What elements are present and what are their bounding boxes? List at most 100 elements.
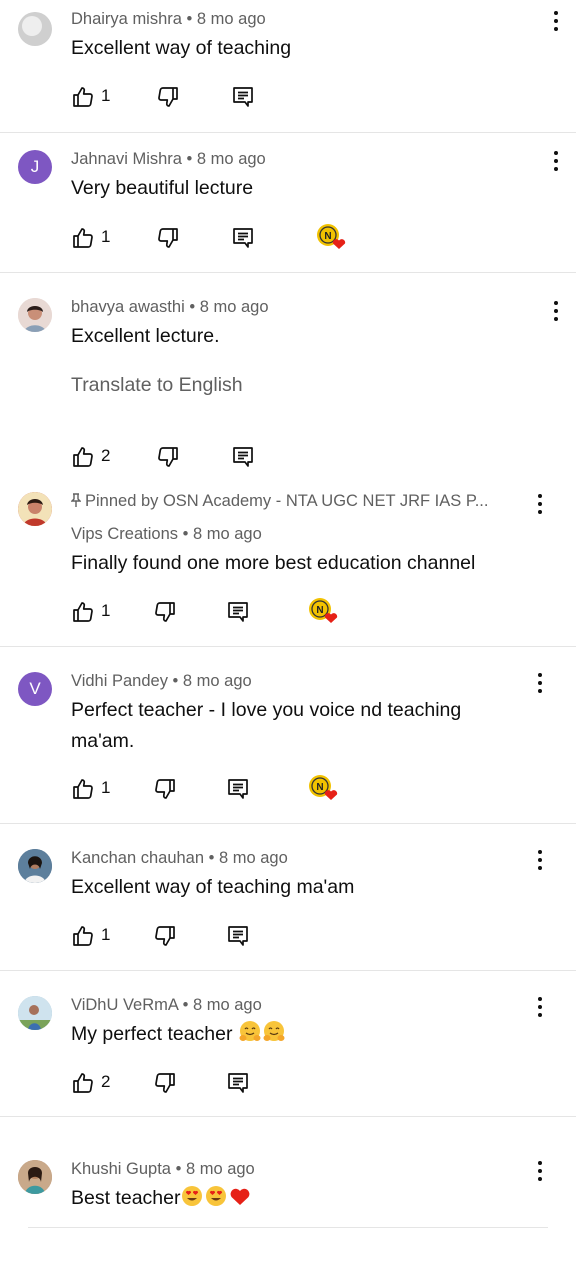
comment-text: Very beautiful lecture (71, 177, 254, 199)
creator-heart-icon: N (309, 598, 338, 623)
divider (28, 1227, 548, 1228)
comment-time: 8 mo ago (192, 996, 262, 1014)
divider (0, 1116, 576, 1117)
avatar[interactable] (18, 12, 52, 46)
like-count: 1 (101, 86, 111, 105)
avatar[interactable] (18, 1160, 52, 1194)
comment-author[interactable]: Dhairya mishra (71, 10, 182, 28)
more-options-icon[interactable] (550, 8, 562, 34)
like-count: 1 (101, 601, 111, 620)
svg-text:N: N (316, 605, 323, 616)
heart-eyes-emoji (182, 1186, 203, 1206)
comment-author[interactable]: ViDhU VeRmA (71, 996, 178, 1014)
hugging-face-emoji (239, 1021, 261, 1041)
thumbs-up-icon[interactable] (71, 1071, 95, 1095)
thumbs-down-icon[interactable] (153, 777, 177, 801)
comment-meta: Dhairya mishra • 8 mo ago (71, 10, 266, 28)
like-count: 2 (101, 446, 111, 465)
comment-text: My perfect teacher (71, 1019, 516, 1050)
thumbs-up-icon[interactable] (71, 85, 95, 109)
divider (0, 970, 576, 971)
thumbs-down-icon[interactable] (156, 226, 180, 250)
comment-meta: Jahnavi Mishra • 8 mo ago (71, 150, 266, 168)
reply-icon[interactable] (231, 445, 255, 469)
comment-actions: 2 (71, 1071, 371, 1099)
svg-text:N: N (324, 231, 331, 242)
comment-actions: 2 (71, 445, 371, 473)
like-count: 1 (101, 925, 111, 944)
more-options-icon[interactable] (534, 994, 546, 1020)
thumbs-down-icon[interactable] (153, 600, 177, 624)
comment-text: Excellent way of teaching ma'am (71, 876, 355, 898)
comment-time: 8 mo ago (218, 849, 288, 867)
red-heart-emoji (231, 1188, 250, 1205)
hugging-face-emoji (263, 1021, 285, 1041)
pin-icon (71, 493, 81, 507)
thumbs-down-icon[interactable] (153, 1071, 177, 1095)
creator-heart-icon: N (309, 775, 338, 800)
more-options-icon[interactable] (550, 298, 562, 324)
comment-text: Excellent lecture. (71, 325, 220, 347)
more-options-icon[interactable] (534, 1158, 546, 1184)
heart-eyes-emoji (206, 1186, 227, 1206)
thumbs-down-icon[interactable] (156, 445, 180, 469)
comment-time: 8 mo ago (196, 150, 266, 168)
divider (0, 823, 576, 824)
more-options-icon[interactable] (534, 670, 546, 696)
more-options-icon[interactable] (534, 847, 546, 873)
comment-meta: Khushi Gupta • 8 mo ago (71, 1160, 255, 1178)
thumbs-up-icon[interactable] (71, 600, 95, 624)
comment-actions: 1 N (71, 598, 371, 628)
more-options-icon[interactable] (534, 491, 546, 517)
reply-icon[interactable] (226, 777, 250, 801)
comment-time: 8 mo ago (192, 525, 262, 543)
reply-icon[interactable] (226, 600, 250, 624)
reply-icon[interactable] (226, 1071, 250, 1095)
comment-text: Finally found one more best education ch… (71, 552, 476, 574)
comment-text: Best teacher (71, 1183, 516, 1214)
like-count: 1 (101, 227, 111, 246)
comment-author[interactable]: Kanchan chauhan (71, 849, 204, 867)
comment-meta: bhavya awasthi • 8 mo ago (71, 298, 269, 316)
thumbs-up-icon[interactable] (71, 445, 95, 469)
creator-heart-icon: N (317, 224, 346, 249)
avatar[interactable] (18, 996, 52, 1030)
svg-text:N: N (316, 782, 323, 793)
avatar[interactable]: V (18, 672, 52, 706)
avatar[interactable] (18, 849, 52, 883)
thumbs-up-icon[interactable] (71, 924, 95, 948)
comment-author[interactable]: Jahnavi Mishra (71, 150, 182, 168)
comment-author[interactable]: bhavya awasthi (71, 298, 185, 316)
translate-link[interactable]: Translate to English (71, 374, 243, 397)
comment-time: 8 mo ago (196, 10, 266, 28)
divider (0, 272, 576, 273)
thumbs-up-icon[interactable] (71, 777, 95, 801)
reply-icon[interactable] (231, 226, 255, 250)
avatar[interactable] (18, 298, 52, 332)
thumbs-down-icon[interactable] (156, 85, 180, 109)
more-options-icon[interactable] (550, 148, 562, 174)
comment-meta: Vips Creations • 8 mo ago (71, 525, 262, 543)
comment-actions: 1 (71, 85, 371, 113)
pinned-label: Pinned by OSN Academy - NTA UGC NET JRF … (71, 492, 488, 511)
reply-icon[interactable] (231, 85, 255, 109)
comment-time: 8 mo ago (185, 1160, 255, 1178)
avatar[interactable]: J (18, 150, 52, 184)
comment-author[interactable]: Vidhi Pandey (71, 672, 168, 690)
thumbs-up-icon[interactable] (71, 226, 95, 250)
like-count: 1 (101, 778, 111, 797)
comment-author[interactable]: Vips Creations (71, 525, 178, 543)
comment-time: 8 mo ago (182, 672, 252, 690)
comment-text: Excellent way of teaching (71, 37, 292, 59)
avatar[interactable] (18, 492, 52, 526)
comment-time: 8 mo ago (199, 298, 269, 316)
comment-author[interactable]: Khushi Gupta (71, 1160, 171, 1178)
thumbs-down-icon[interactable] (153, 924, 177, 948)
comment-meta: Kanchan chauhan • 8 mo ago (71, 849, 288, 867)
divider (0, 646, 576, 647)
comment-actions: 1 N (71, 224, 371, 254)
like-count: 2 (101, 1072, 111, 1091)
divider (0, 132, 576, 133)
comment-meta: ViDhU VeRmA • 8 mo ago (71, 996, 262, 1014)
reply-icon[interactable] (226, 924, 250, 948)
